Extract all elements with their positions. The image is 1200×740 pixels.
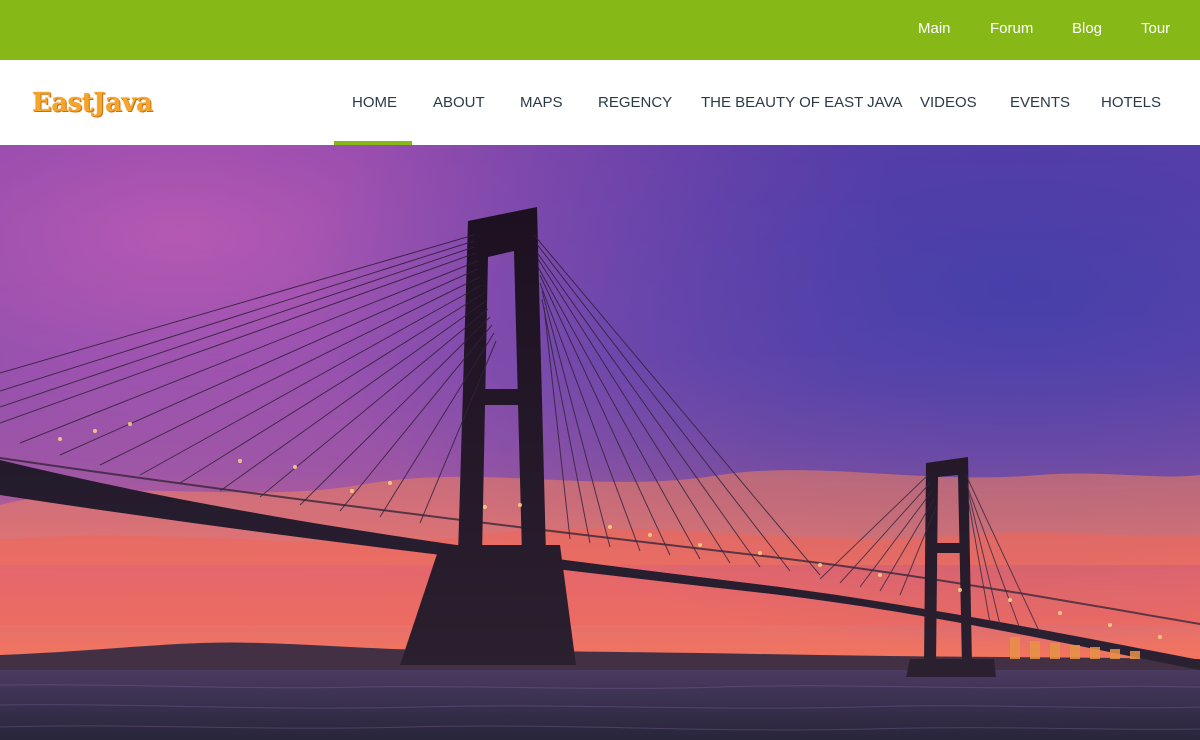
top-link-forum[interactable]: Forum — [990, 20, 1033, 37]
nav-events[interactable]: EVENTS — [1010, 60, 1070, 145]
top-link-main[interactable]: Main — [918, 20, 951, 37]
nav-videos[interactable]: VIDEOS — [920, 60, 977, 145]
site-logo[interactable]: EastJava — [32, 88, 153, 118]
top-bar: Main Forum Blog Tour — [0, 0, 1200, 60]
nav-home[interactable]: HOME — [352, 60, 397, 145]
nav-about[interactable]: ABOUT — [433, 60, 485, 145]
hero-bridge-image — [0, 145, 1200, 740]
top-link-blog[interactable]: Blog — [1072, 20, 1102, 37]
nav-beauty-of-east-java[interactable]: THE BEAUTY OF EAST JAVA — [701, 60, 902, 145]
hero-banner — [0, 145, 1200, 740]
main-header: EastJava HOME ABOUT MAPS REGENCY THE BEA… — [0, 60, 1200, 145]
nav-hotels[interactable]: HOTELS — [1101, 60, 1161, 145]
nav-regency[interactable]: REGENCY — [598, 60, 672, 145]
top-link-tour[interactable]: Tour — [1141, 20, 1170, 37]
nav-maps[interactable]: MAPS — [520, 60, 563, 145]
